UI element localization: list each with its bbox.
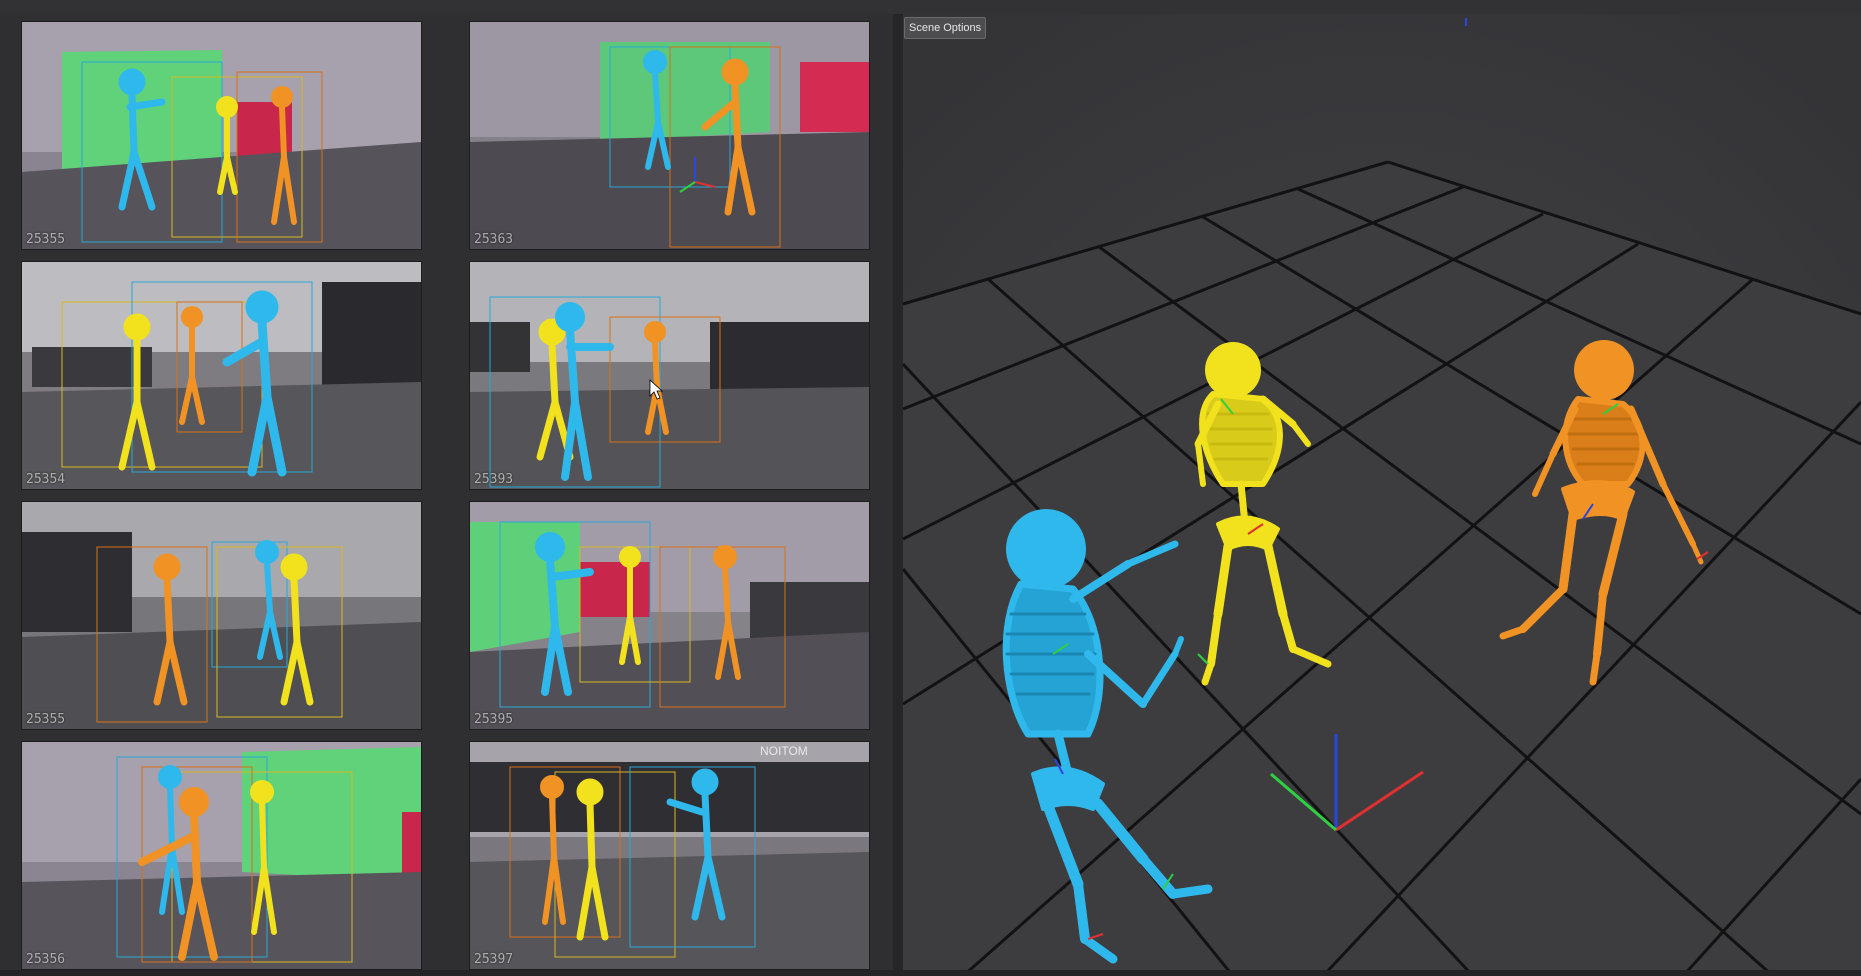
3d-scene xyxy=(903,14,1861,976)
camera-view[interactable]: 25354 xyxy=(22,262,421,489)
camera-view[interactable]: NOITOM 25397 xyxy=(470,742,869,969)
camera-view[interactable]: 25355 xyxy=(22,502,421,729)
camera-frame-image xyxy=(470,22,869,249)
studio-sign-text: NOITOM xyxy=(760,744,808,758)
camera-id-label: 25355 xyxy=(26,712,66,727)
camera-frame-image xyxy=(22,502,421,729)
3d-viewport[interactable] xyxy=(903,14,1861,976)
camera-grid-panel: 25355 25363 25354 25393 25355 25395 2535… xyxy=(0,14,893,976)
camera-frame-image xyxy=(22,262,421,489)
camera-frame-image xyxy=(470,262,869,489)
camera-id-label: 25356 xyxy=(26,952,66,967)
camera-view[interactable]: 25363 xyxy=(470,22,869,249)
camera-id-label: 25363 xyxy=(474,232,514,247)
camera-frame-image xyxy=(22,742,421,969)
top-toolbar xyxy=(0,0,1861,15)
mocap-app-window: 25355 25363 25354 25393 25355 25395 2535… xyxy=(0,0,1861,976)
camera-view[interactable]: 25393 xyxy=(470,262,869,489)
panel-splitter[interactable] xyxy=(893,14,903,976)
camera-view[interactable]: 25356 xyxy=(22,742,421,969)
camera-id-label: 25354 xyxy=(26,472,66,487)
camera-id-label: 25397 xyxy=(474,952,514,967)
camera-view[interactable]: 25395 xyxy=(470,502,869,729)
camera-frame-image xyxy=(470,502,869,729)
scene-options-button[interactable]: Scene Options xyxy=(904,17,987,39)
camera-frame-image xyxy=(22,22,421,249)
camera-view[interactable]: 25355 xyxy=(22,22,421,249)
camera-frame-image: NOITOM xyxy=(470,742,869,969)
camera-id-label: 25355 xyxy=(26,232,66,247)
camera-id-label: 25393 xyxy=(474,472,514,487)
camera-id-label: 25395 xyxy=(474,712,514,727)
bottom-status-strip xyxy=(0,970,1861,976)
